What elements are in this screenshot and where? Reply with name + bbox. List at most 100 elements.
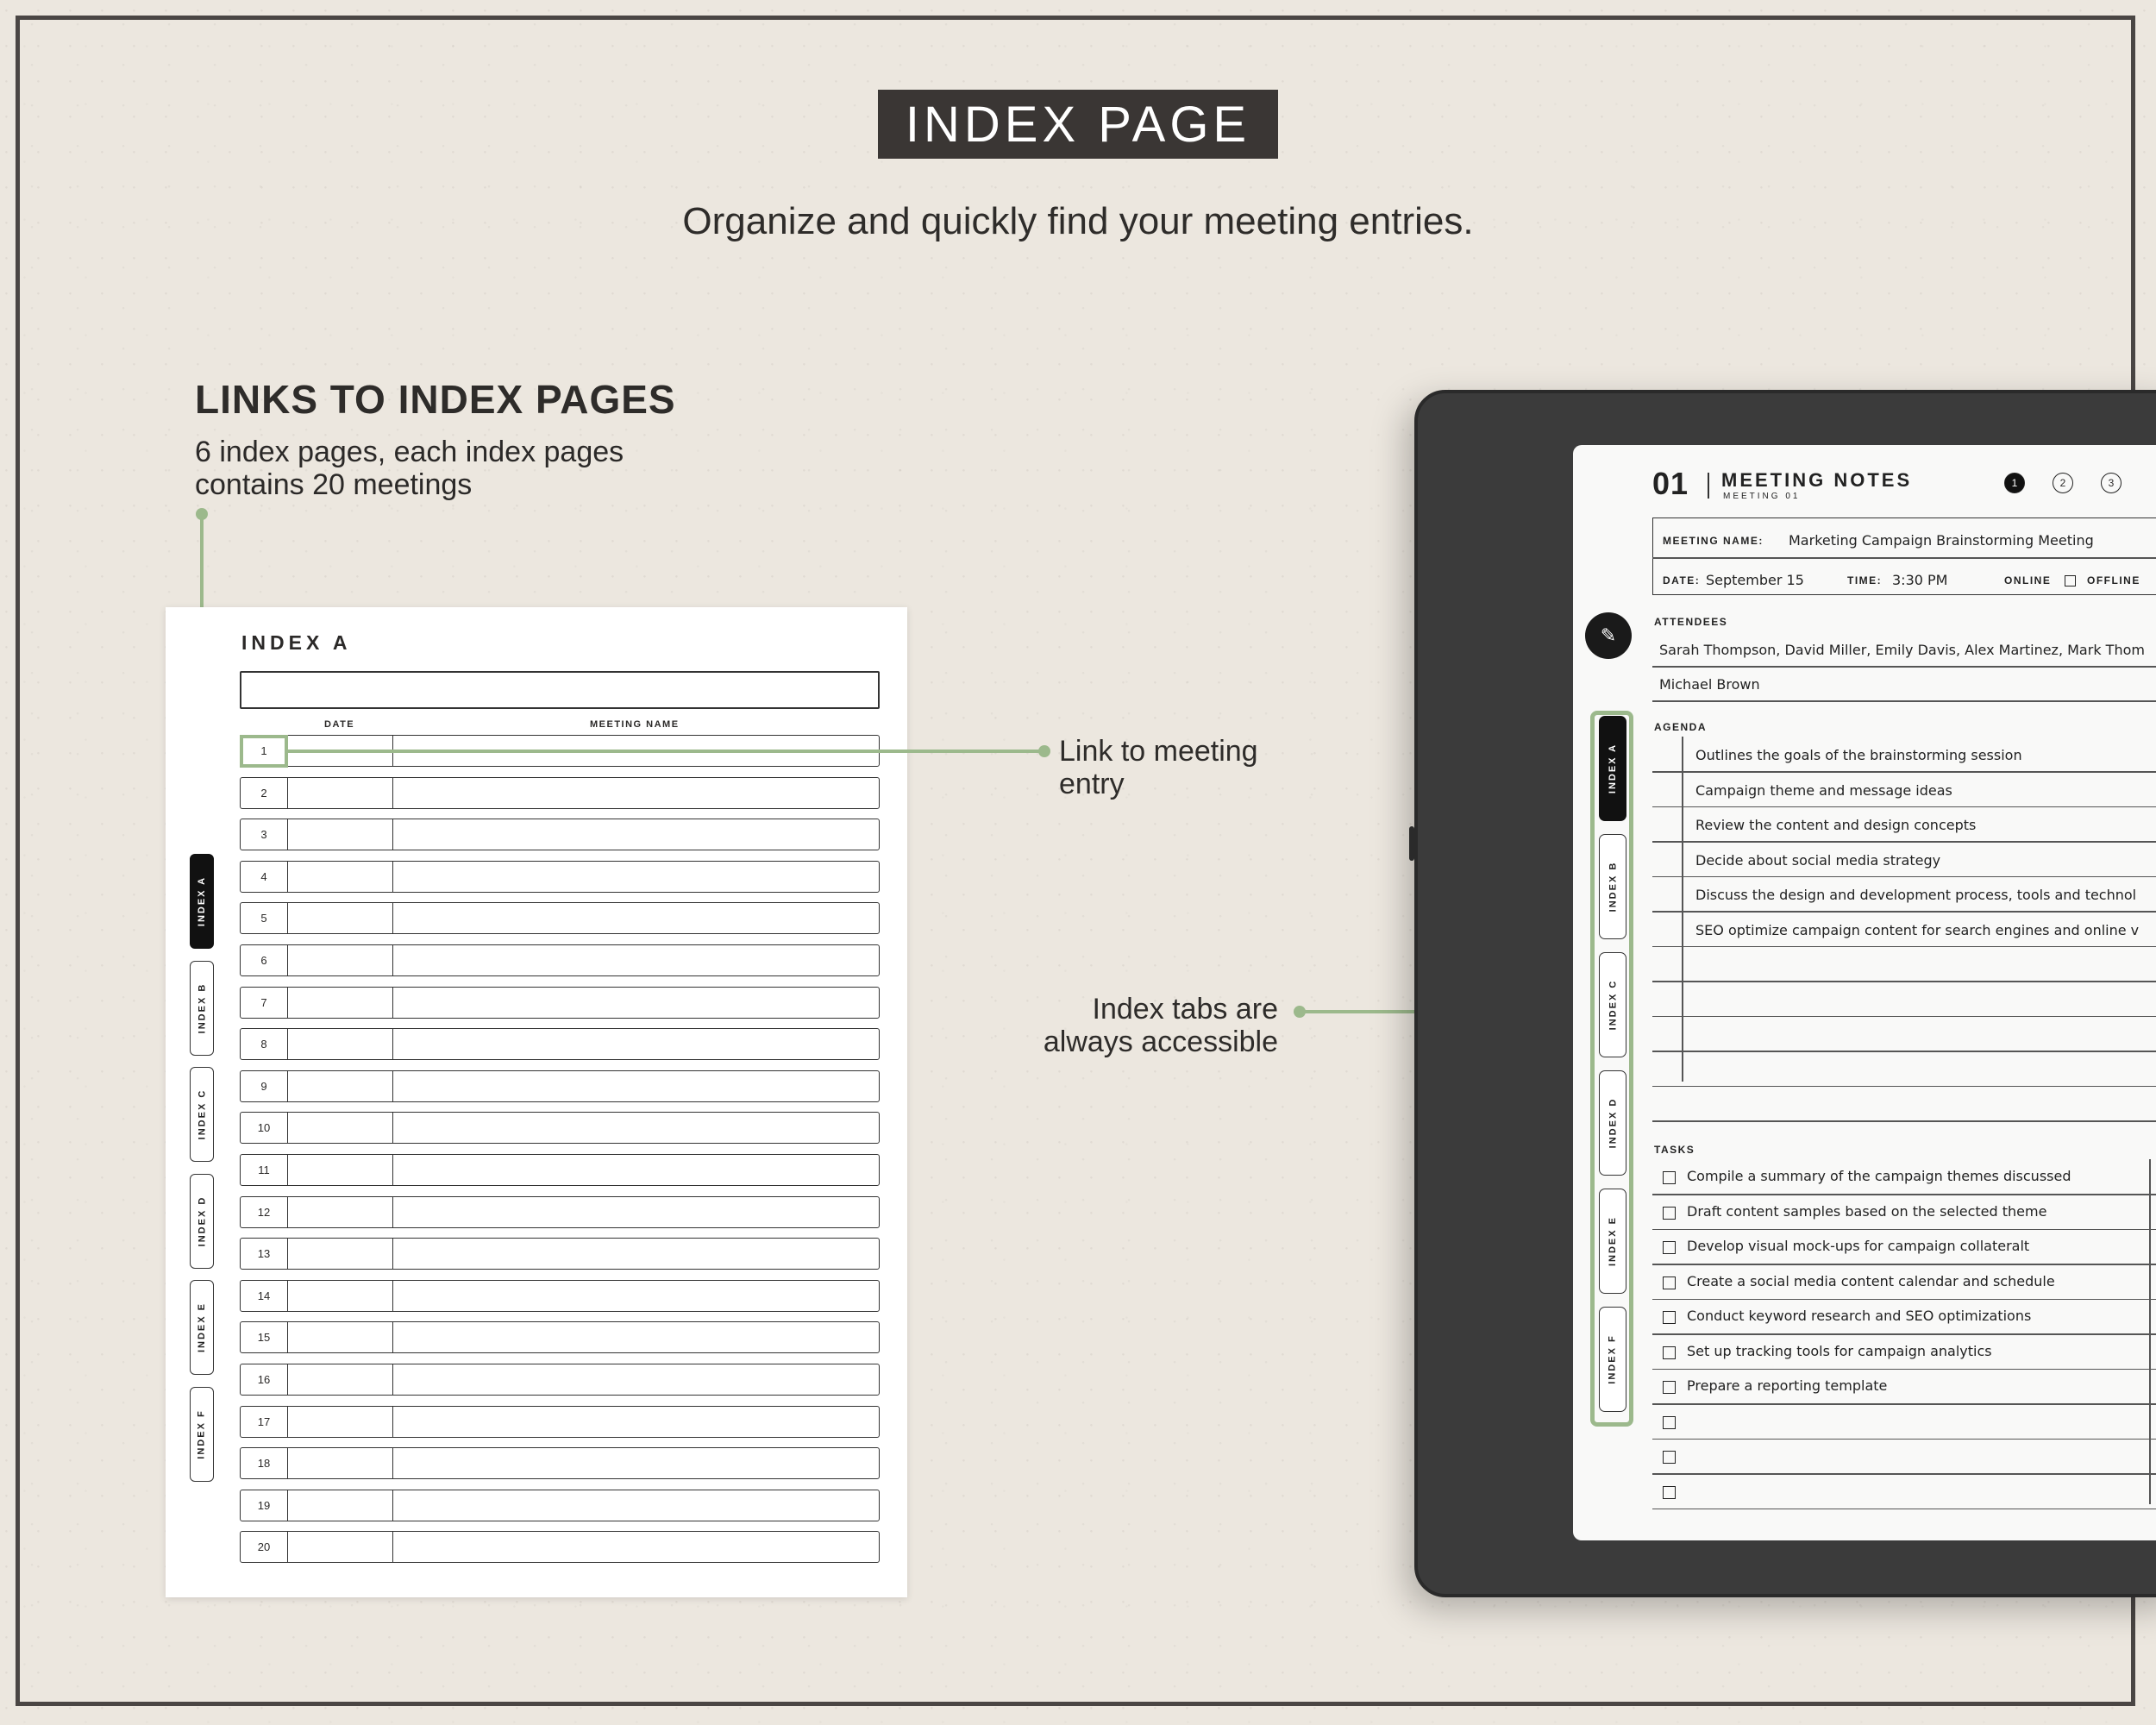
index-row[interactable]: 5 — [240, 902, 880, 935]
index-tab-b[interactable]: INDEX B — [190, 960, 214, 1056]
index-row-number[interactable]: 2 — [241, 777, 288, 808]
index-row-number[interactable]: 4 — [241, 861, 288, 892]
index-row[interactable]: 7 — [240, 986, 880, 1019]
agenda-item[interactable]: Outlines the goals of the brainstorming … — [1695, 747, 2022, 763]
agenda-item[interactable]: Discuss the design and development proce… — [1695, 887, 2136, 903]
index-row-date-cell[interactable] — [287, 777, 393, 808]
task-checkbox[interactable] — [1663, 1311, 1676, 1324]
index-row-date-cell[interactable] — [287, 861, 393, 892]
task-checkbox[interactable] — [1663, 1485, 1676, 1499]
index-row-date-cell[interactable] — [287, 1155, 393, 1185]
index-row-number[interactable]: 13 — [241, 1239, 288, 1270]
index-row-date-cell[interactable] — [287, 1364, 393, 1395]
index-row[interactable]: 4 — [240, 860, 880, 893]
index-tab-e[interactable]: INDEX E — [190, 1280, 214, 1375]
task-item[interactable]: Compile a summary of the campaign themes… — [1687, 1168, 2071, 1184]
task-item[interactable]: Set up tracking tools for campaign analy… — [1687, 1343, 1992, 1359]
index-row[interactable]: 18 — [240, 1447, 880, 1480]
task-checkbox[interactable] — [1663, 1346, 1676, 1359]
index-row-number[interactable]: 9 — [241, 1070, 288, 1101]
task-checkbox[interactable] — [1663, 1171, 1676, 1184]
index-row-number[interactable]: 5 — [241, 903, 288, 934]
index-title-box[interactable] — [240, 671, 880, 709]
index-row-date-cell[interactable] — [287, 1448, 393, 1479]
index-row[interactable]: 11 — [240, 1154, 880, 1186]
task-item[interactable]: Develop visual mock-ups for campaign col… — [1687, 1238, 2029, 1254]
index-tab-f[interactable]: INDEX F — [190, 1386, 214, 1482]
agenda-item[interactable]: Review the content and design concepts — [1695, 817, 1976, 833]
task-checkbox[interactable] — [1663, 1241, 1676, 1254]
tablet-side-button[interactable] — [1409, 826, 1414, 861]
date-value[interactable]: September 15 — [1706, 572, 1804, 588]
index-row-date-cell[interactable] — [287, 1239, 393, 1270]
index-row-date-cell[interactable] — [287, 1070, 393, 1101]
index-row-number[interactable]: 12 — [241, 1196, 288, 1227]
index-row-date-cell[interactable] — [287, 987, 393, 1018]
index-row-date-cell[interactable] — [287, 1196, 393, 1227]
task-item[interactable]: Draft content samples based on the selec… — [1687, 1203, 2046, 1220]
index-row-number[interactable]: 15 — [241, 1322, 288, 1353]
index-row-number[interactable]: 8 — [241, 1029, 288, 1060]
task-checkbox[interactable] — [1663, 1206, 1676, 1220]
attendees-line-1[interactable]: Sarah Thompson, David Miller, Emily Davi… — [1659, 642, 2145, 658]
index-row[interactable]: 8 — [240, 1028, 880, 1061]
agenda-item[interactable]: Campaign theme and message ideas — [1695, 782, 1952, 799]
index-tab-d[interactable]: INDEX D — [190, 1173, 214, 1269]
task-item[interactable]: Prepare a reporting template — [1687, 1377, 1887, 1394]
index-tab-c[interactable]: INDEX C — [190, 1067, 214, 1162]
index-row-number[interactable]: 6 — [241, 945, 288, 975]
page-dot-3[interactable]: 3 — [2101, 473, 2122, 493]
index-row[interactable]: 2 — [240, 776, 880, 809]
page-dot-1[interactable]: 1 — [2004, 473, 2025, 493]
online-checkbox[interactable] — [2065, 575, 2076, 586]
index-row[interactable]: 3 — [240, 819, 880, 851]
index-row-number[interactable]: 10 — [241, 1113, 288, 1144]
index-row[interactable]: 20 — [240, 1531, 880, 1564]
index-row-date-cell[interactable] — [287, 903, 393, 934]
index-row-number[interactable]: 11 — [241, 1155, 288, 1185]
index-row-date-cell[interactable] — [287, 1532, 393, 1563]
index-tab-a[interactable]: INDEX A — [190, 854, 214, 949]
index-row-number[interactable]: 20 — [241, 1532, 288, 1563]
meeting-name-value[interactable]: Marketing Campaign Brainstorming Meeting — [1789, 532, 2094, 549]
task-checkbox[interactable] — [1663, 1381, 1676, 1394]
index-row-number[interactable]: 17 — [241, 1406, 288, 1437]
index-row-date-cell[interactable] — [287, 1029, 393, 1060]
task-checkbox[interactable] — [1663, 1276, 1676, 1289]
index-row-number[interactable]: 14 — [241, 1280, 288, 1311]
index-row[interactable]: 6 — [240, 944, 880, 976]
index-row-number[interactable]: 19 — [241, 1490, 288, 1521]
index-row[interactable]: 16 — [240, 1364, 880, 1396]
index-row[interactable]: 13 — [240, 1238, 880, 1270]
index-row-date-cell[interactable] — [287, 1113, 393, 1144]
index-row[interactable]: 9 — [240, 1070, 880, 1102]
index-row-date-cell[interactable] — [287, 1280, 393, 1311]
task-item[interactable]: Conduct keyword research and SEO optimiz… — [1687, 1308, 2031, 1324]
task-rule — [1652, 1368, 2156, 1370]
pen-icon[interactable]: ✎ — [1585, 612, 1632, 659]
attendees-line-2[interactable]: Michael Brown — [1659, 676, 1760, 693]
task-item[interactable]: Create a social media content calendar a… — [1687, 1273, 2055, 1289]
task-checkbox[interactable] — [1663, 1451, 1676, 1464]
index-row[interactable]: 10 — [240, 1112, 880, 1145]
index-row[interactable]: 15 — [240, 1321, 880, 1354]
page-dot-2[interactable]: 2 — [2053, 473, 2073, 493]
index-row-date-cell[interactable] — [287, 1490, 393, 1521]
index-row[interactable]: 19 — [240, 1489, 880, 1521]
index-row[interactable]: 17 — [240, 1405, 880, 1438]
index-row-date-cell[interactable] — [287, 945, 393, 975]
task-rule — [1652, 1194, 2156, 1195]
index-row-date-cell[interactable] — [287, 819, 393, 850]
task-checkbox[interactable] — [1663, 1415, 1676, 1429]
index-row-number[interactable]: 16 — [241, 1364, 288, 1395]
index-row-number[interactable]: 18 — [241, 1448, 288, 1479]
index-row[interactable]: 12 — [240, 1195, 880, 1228]
index-row-date-cell[interactable] — [287, 1406, 393, 1437]
index-row[interactable]: 14 — [240, 1279, 880, 1312]
time-value[interactable]: 3:30 PM — [1892, 572, 1947, 588]
agenda-item[interactable]: Decide about social media strategy — [1695, 852, 1940, 869]
index-row-date-cell[interactable] — [287, 1322, 393, 1353]
index-row-number[interactable]: 7 — [241, 987, 288, 1018]
agenda-item[interactable]: SEO optimize campaign content for search… — [1695, 922, 2139, 938]
index-row-number[interactable]: 3 — [241, 819, 288, 850]
